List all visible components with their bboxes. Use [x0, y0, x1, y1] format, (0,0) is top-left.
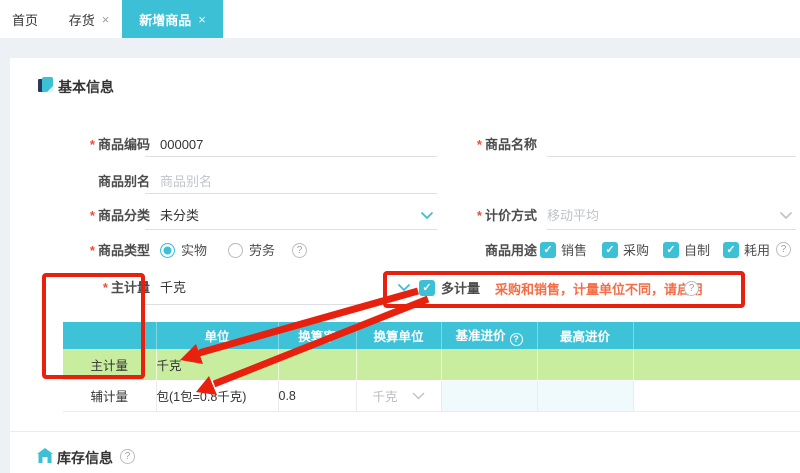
checkbox-selfmade[interactable] [663, 242, 679, 258]
main-unit-label: *主计量 [38, 278, 150, 298]
table-row-main-unit: 主计量 千克 [63, 349, 800, 380]
basic-info-title: 基本信息 [58, 77, 114, 97]
col-rowname [63, 322, 156, 349]
help-icon[interactable]: ? [120, 449, 135, 464]
product-alias-input[interactable]: 商品别名 [160, 172, 212, 192]
radio-service-label[interactable]: 劳务 [249, 242, 275, 260]
unit-table: 单位 换算率 换算单位 基准进价? 最高进价 主计量 千克 [63, 322, 800, 412]
required-asterisk: * [90, 243, 95, 258]
product-type-label: *商品类型 [38, 241, 150, 261]
checkbox-sales-label[interactable]: 销售 [561, 242, 587, 260]
table-row-aux-unit: 辅计量 包(1包=0.8千克) 0.8 千克 [63, 380, 800, 411]
tab-inventory-label: 存货 [69, 10, 95, 29]
col-extra [633, 322, 800, 349]
chevron-down-icon[interactable] [779, 211, 793, 220]
col-rate: 换算率 [278, 322, 356, 349]
extra-cell [633, 380, 800, 411]
help-icon[interactable]: ? [510, 333, 523, 346]
product-category-select[interactable]: 未分类 [160, 206, 199, 226]
row-name-cell: 辅计量 [63, 380, 156, 411]
close-icon[interactable]: × [102, 12, 110, 27]
extra-cell [633, 349, 800, 380]
product-alias-underline [145, 193, 437, 194]
col-base-price: 基准进价? [441, 322, 537, 349]
help-icon[interactable]: ? [776, 242, 791, 257]
checkbox-selfmade-label[interactable]: 自制 [684, 242, 710, 260]
pricing-method-select[interactable]: 移动平均 [547, 206, 599, 226]
warehouse-icon [37, 448, 53, 463]
product-name-underline [547, 156, 796, 157]
product-category-underline [145, 229, 437, 230]
checkbox-sales[interactable] [540, 242, 556, 258]
pricing-method-label: *计价方式 [425, 206, 537, 226]
multi-unit-warning: 采购和销售，计量单位不同，请启用 [495, 281, 703, 299]
conv-unit-value[interactable]: 千克 [372, 386, 397, 405]
radio-physical[interactable] [160, 243, 175, 258]
product-code-label: *商品编码 [38, 135, 150, 155]
row-name-cell: 主计量 [63, 349, 156, 380]
main-unit-underline [145, 304, 413, 305]
required-asterisk: * [477, 137, 482, 152]
product-code-input[interactable]: 000007 [160, 135, 203, 155]
product-code-underline [145, 156, 437, 157]
chevron-down-icon [412, 392, 425, 400]
max-price-cell[interactable] [537, 380, 633, 411]
left-gutter [0, 58, 10, 473]
inventory-info-title: 库存信息 [57, 448, 113, 468]
checkbox-multi-unit[interactable] [419, 280, 435, 296]
section-divider [10, 431, 800, 432]
document-icon [38, 77, 54, 94]
unit-cell: 千克 [156, 349, 278, 380]
required-asterisk: * [90, 208, 95, 223]
max-price-cell [537, 349, 633, 380]
tab-home[interactable]: 首页 [0, 0, 56, 38]
conv-unit-cell[interactable]: 千克 [356, 380, 441, 411]
radio-physical-label[interactable]: 实物 [181, 242, 207, 260]
main-unit-select[interactable]: 千克 [160, 278, 186, 298]
app-window: 首页 存货 × 新增商品 × 基本信息 *商品编码 000007 *商品名称 商… [0, 0, 800, 473]
close-icon[interactable]: × [198, 12, 206, 27]
col-max-price: 最高进价 [537, 322, 633, 349]
tab-bar: 首页 存货 × 新增商品 × [0, 0, 800, 38]
unit-table-header-row: 单位 换算率 换算单位 基准进价? 最高进价 [63, 322, 800, 349]
rate-cell[interactable]: 0.8 [278, 380, 356, 411]
chevron-down-icon[interactable] [397, 283, 411, 292]
checkbox-purchase-label[interactable]: 采购 [623, 242, 649, 260]
help-icon[interactable]: ? [292, 243, 307, 258]
checkbox-consume-label[interactable]: 耗用 [744, 242, 770, 260]
base-price-cell [441, 349, 537, 380]
conv-unit-cell [356, 349, 441, 380]
multi-unit-label[interactable]: 多计量 [441, 280, 480, 298]
unit-cell[interactable]: 包(1包=0.8千克) [156, 380, 278, 411]
base-price-cell[interactable] [441, 380, 537, 411]
product-usage-label: 商品用途 [425, 241, 537, 261]
help-icon[interactable]: ? [684, 281, 699, 296]
product-alias-label: 商品别名 [38, 172, 150, 192]
col-conv-unit: 换算单位 [356, 322, 441, 349]
product-name-label: *商品名称 [425, 135, 537, 155]
checkbox-consume[interactable] [723, 242, 739, 258]
tab-home-label: 首页 [12, 10, 38, 29]
product-category-label: *商品分类 [38, 206, 150, 226]
tab-new-product-label: 新增商品 [139, 10, 191, 29]
rate-cell [278, 349, 356, 380]
pricing-method-underline [547, 229, 796, 230]
radio-service[interactable] [228, 243, 243, 258]
required-asterisk: * [103, 280, 108, 295]
required-asterisk: * [90, 137, 95, 152]
tab-inventory[interactable]: 存货 × [56, 0, 122, 38]
page-background-strip [0, 38, 800, 58]
tab-new-product[interactable]: 新增商品 × [122, 0, 223, 38]
col-unit: 单位 [156, 322, 278, 349]
checkbox-purchase[interactable] [602, 242, 618, 258]
required-asterisk: * [477, 208, 482, 223]
